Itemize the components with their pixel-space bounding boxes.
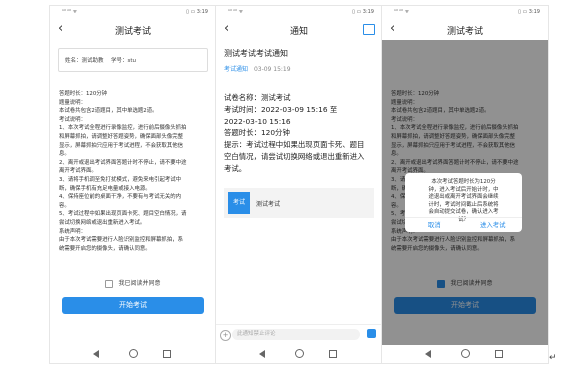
comment-input[interactable]: 此通知禁止评论 <box>232 329 360 340</box>
return-mark: ↵ <box>549 353 557 363</box>
page-title: 测试考试 <box>114 27 151 37</box>
confirm-dialog: 本次考试答题时长为120分 钟，进入考试后开始计时，中 途退出或离开考试界面会继续计… <box>405 173 522 232</box>
confirm-dialog-line: 会自动提交试卷，确认进入考 <box>428 209 499 216</box>
notice-body-line: 试卷名称：测试考试 <box>224 93 291 102</box>
title-bar: ‹ 通知 <box>216 20 382 40</box>
exam-confirm-screen: ⁿⁱˡ ⁿⁱˡ ᯤ ▯ ▭ 3:19 ‹ 测试考试 答题时长：120分钟 题量说明… <box>382 6 548 363</box>
status-bar: ⁿⁱˡ ⁿⁱˡ ᯤ ▯ ▭ 3:19 <box>382 6 548 17</box>
notice-body: 试卷名称：测试考试考试时间：2022-03-09 15:16 至 2022-03-… <box>224 92 376 175</box>
exam-detail-screen: ⁿⁱˡ ⁿⁱˡ ᯤ ▯ ▭ 3:19 ‹ 测试考试 姓名：测试助教 学号：stu… <box>50 6 216 363</box>
signal-status: ⁿⁱˡ ⁿⁱˡ ᯤ <box>394 9 410 15</box>
system-nav-bar <box>50 345 216 363</box>
exam-description-line: 2、离开或退出考试界面答题计时不停止，请不要中途 <box>59 159 187 166</box>
exam-attachment-name: 测试考试 <box>256 201 281 208</box>
exam-description-line: 本试卷共包含2道题目，其中单选题2道。 <box>59 108 158 115</box>
exam-description-line: 断，确保手机有充足电量或接入电源。 <box>59 185 151 192</box>
exam-attachment-icon: 考试 <box>228 192 250 214</box>
exam-description-line: 系统声明： <box>59 228 86 235</box>
status-bar: ⁿⁱˡ ⁿⁱˡ ᯤ ▯ ▭ 3:19 <box>216 6 382 17</box>
exam-description: 答题时长：120分钟 题量说明： 本试卷共包含2道题目，其中单选题2道。 考试说明： 1… <box>59 90 210 253</box>
exam-description-line: 1、本次考试全程进行录像监控，进行前后摄像头抓拍 <box>59 125 187 132</box>
nav-recent-icon[interactable] <box>495 350 503 358</box>
start-exam-button[interactable]: 开始考试 <box>62 297 204 314</box>
exam-description-line: 答题时长：120分钟 <box>59 91 108 97</box>
signal-status: ⁿⁱˡ ⁿⁱˡ ᯤ <box>228 9 244 15</box>
exam-description-line: 由于本次考试需要进行人脸识别监控和屏幕抓拍，系 <box>59 237 183 244</box>
exam-description-line: 显示，屏幕抓拍只应用于考试进程，不会获取其他信 <box>59 142 183 149</box>
exam-description-line: 4、保持座位前的桌面干净，不要有与考试无关的内 <box>59 194 182 201</box>
exam-description-line: 和屏幕抓拍，请调整好答题姿势，确保面部头像完整 <box>59 133 183 140</box>
student-name: 姓名：测试助教 <box>65 58 104 64</box>
notice-body-line: 答题时长：120分钟 <box>224 128 290 138</box>
agree-row[interactable]: 我已阅读并同意 <box>50 278 216 288</box>
exam-description-line: 统需要开启您的摄像头，请确认同意。 <box>59 245 151 252</box>
notice-body-line: 空白情况，请尝试切换网络或退出重新进入 <box>224 151 365 161</box>
battery-time-status: ▯ ▭ 3:19 <box>518 9 540 15</box>
notice-meta: 考试通知 03-09 15:19 <box>224 64 291 73</box>
student-id: 学号：stu <box>111 58 137 64</box>
agree-checkbox[interactable] <box>105 279 114 288</box>
nav-back-icon[interactable] <box>425 350 431 358</box>
cancel-button[interactable]: 取消 <box>405 218 464 232</box>
plus-icon[interactable]: + <box>220 330 231 341</box>
notice-screen: ⁿⁱˡ ⁿⁱˡ ᯤ ▯ ▭ 3:19 ‹ 通知 测试考试考试通知 考试通知 03… <box>216 6 382 363</box>
system-nav-bar <box>216 345 382 363</box>
signal-status: ⁿⁱˡ ⁿⁱˡ ᯤ <box>62 9 78 15</box>
notice-heading: 测试考试考试通知 <box>224 49 288 58</box>
page-title: 测试考试 <box>446 27 483 37</box>
nav-home-icon[interactable] <box>295 349 304 358</box>
title-bar: ‹ 测试考试 <box>382 20 548 40</box>
notice-body-line: 提示：考试过程中如果出现页面卡死、题目 <box>224 140 365 150</box>
exam-description-line: 息。 <box>59 151 70 158</box>
thumbs-up-icon[interactable] <box>367 329 376 338</box>
share-icon[interactable] <box>363 24 375 35</box>
exam-attachment-card[interactable]: 考试 测试考试 <box>224 188 374 218</box>
exam-description-line: 题量说明： <box>59 99 86 106</box>
status-bar: ⁿⁱˡ ⁿⁱˡ ᯤ ▯ ▭ 3:19 <box>50 6 216 17</box>
notice-body-line: 考试。 <box>224 163 247 173</box>
exam-description-line: 容。 <box>59 202 70 209</box>
battery-time-status: ▯ ▭ 3:19 <box>352 9 374 15</box>
notice-body-line: 2022-03-10 15:16 <box>224 116 291 126</box>
exam-description-line: 尝试切换网络或退出重新进入考试。 <box>59 219 146 226</box>
title-bar: ‹ 测试考试 <box>50 20 216 40</box>
comment-bar: + 此通知禁止评论 <box>216 324 382 345</box>
nav-recent-icon[interactable] <box>329 350 337 358</box>
battery-time-status: ▯ ▭ 3:19 <box>186 9 208 15</box>
nav-back-icon[interactable] <box>93 350 99 358</box>
notice-date: 03-09 15:19 <box>253 66 291 73</box>
enter-exam-button[interactable]: 进入考试 <box>464 218 523 232</box>
exam-description-line: 离开考试界面。 <box>59 168 97 175</box>
exam-description-line: 考试说明： <box>59 116 86 123</box>
confirm-dialog-line: 途退出或离开考试界面会继续 <box>428 194 499 201</box>
student-info-box: 姓名：测试助教 学号：stu <box>58 48 208 72</box>
notice-tag[interactable]: 考试通知 <box>224 66 248 73</box>
page-title: 通知 <box>289 27 308 37</box>
exam-description-line: 3、请将手机调至免打扰模式，避免来电引起考试中 <box>59 176 182 183</box>
nav-home-icon[interactable] <box>461 349 470 358</box>
confirm-dialog-line: 本次考试答题时长为120分 <box>431 179 496 185</box>
system-nav-bar <box>382 345 548 363</box>
nav-recent-icon[interactable] <box>163 350 171 358</box>
agree-label: 我已阅读并同意 <box>118 280 161 287</box>
confirm-dialog-actions: 取消 进入考试 <box>405 217 522 232</box>
exam-description-line: 5、考试过程中如果出现页面卡死、题目空白情况，请 <box>59 211 187 218</box>
nav-back-icon[interactable] <box>259 350 265 358</box>
nav-home-icon[interactable] <box>129 349 138 358</box>
notice-body-line: 考试时间：2022-03-09 15:16 至 <box>224 104 338 114</box>
